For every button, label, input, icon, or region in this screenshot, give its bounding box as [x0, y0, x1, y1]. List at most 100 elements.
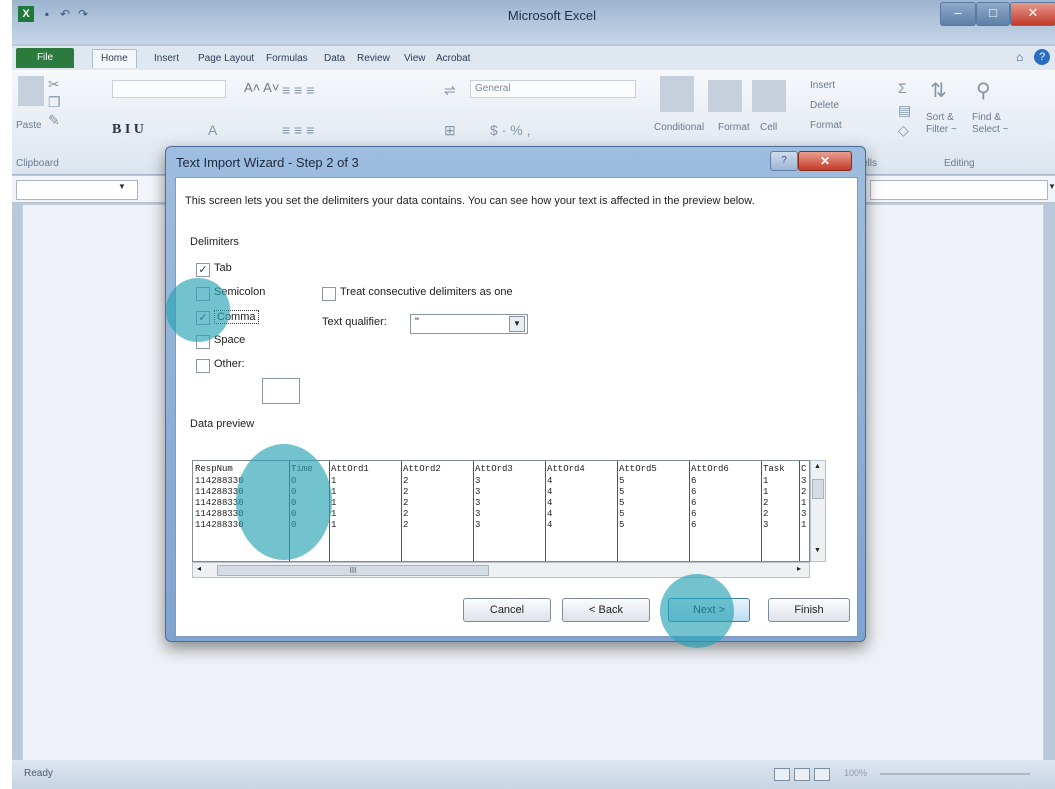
- delete-cells-button[interactable]: Delete: [810, 100, 839, 111]
- preview-cell: 1: [801, 498, 807, 508]
- help-icon[interactable]: ?: [1034, 49, 1050, 65]
- tab-insert[interactable]: Insert: [154, 50, 179, 68]
- currency-icon[interactable]: $ · % ,: [490, 122, 530, 138]
- excel-app-icon[interactable]: X: [18, 6, 34, 22]
- preview-cell: 1: [331, 476, 337, 486]
- font-name-box[interactable]: [112, 80, 226, 98]
- tab-checkbox-label[interactable]: Tab: [214, 262, 232, 274]
- tab-acrobat[interactable]: Acrobat: [436, 50, 470, 68]
- preview-column[interactable]: AttOrd4 4 4 4 4 4: [545, 461, 618, 561]
- preview-cell: 3: [801, 476, 807, 486]
- cancel-button[interactable]: Cancel: [463, 598, 551, 622]
- preview-column-header: C: [801, 464, 807, 474]
- scroll-left-icon[interactable]: ◂: [197, 564, 201, 573]
- dialog-title: Text Import Wizard - Step 2 of 3: [176, 155, 359, 170]
- name-box-dropdown-icon[interactable]: ▼: [118, 182, 126, 191]
- highlight-circle-preview: [236, 444, 332, 560]
- paste-icon[interactable]: [18, 76, 44, 106]
- clear-icon[interactable]: ◇: [898, 122, 909, 139]
- find-select-icon[interactable]: ⚲: [976, 78, 991, 103]
- preview-cell: 2: [763, 509, 769, 519]
- maximize-button[interactable]: □: [976, 2, 1010, 26]
- dialog-help-button[interactable]: ?: [770, 151, 798, 171]
- paste-label: Paste: [16, 120, 42, 131]
- consecutive-delimiters-label[interactable]: Treat consecutive delimiters as one: [340, 286, 513, 298]
- preview-column[interactable]: C32131: [799, 461, 809, 561]
- preview-cell: 4: [547, 476, 553, 486]
- preview-column[interactable]: AttOrd6 6 6 6 6 6: [689, 461, 762, 561]
- preview-column[interactable]: AttOrd1 1 1 1 1 1: [329, 461, 402, 561]
- dialog-close-button[interactable]: ✕: [798, 151, 852, 171]
- insert-cells-button[interactable]: Insert: [810, 80, 835, 91]
- minimize-button[interactable]: –: [940, 2, 976, 26]
- text-qualifier-select[interactable]: " ▼: [410, 314, 528, 334]
- other-delimiter-input[interactable]: [262, 378, 300, 404]
- preview-horizontal-scrollbar[interactable]: ◂ III ▸: [192, 562, 810, 578]
- page-break-view-icon[interactable]: [814, 768, 830, 781]
- sort-filter-icon[interactable]: ⇅: [930, 78, 947, 103]
- scroll-up-icon[interactable]: ▲: [814, 463, 821, 470]
- preview-vertical-scrollbar[interactable]: ▲ ▼: [810, 460, 826, 562]
- preview-hscroll-thumb[interactable]: III: [217, 565, 489, 576]
- page-layout-view-icon[interactable]: [794, 768, 810, 781]
- tab-data[interactable]: Data: [324, 50, 345, 68]
- preview-vscroll-thumb[interactable]: [812, 479, 824, 499]
- format-painter-icon[interactable]: ✎: [48, 112, 60, 129]
- tab-formulas[interactable]: Formulas: [266, 50, 308, 68]
- save-icon[interactable]: ▪: [40, 7, 54, 21]
- preview-cell: 3: [801, 509, 807, 519]
- other-checkbox[interactable]: [196, 359, 210, 373]
- other-checkbox-label[interactable]: Other:: [214, 358, 245, 370]
- align-top-icon[interactable]: ≡ ≡ ≡: [282, 82, 314, 98]
- ribbon-minimize-icon[interactable]: ⌂: [1016, 50, 1023, 64]
- finish-button[interactable]: Finish: [768, 598, 850, 622]
- consecutive-delimiters-checkbox[interactable]: [322, 287, 336, 301]
- preview-column-header: AttOrd5: [619, 464, 657, 474]
- window-close-button[interactable]: ✕: [1010, 2, 1055, 26]
- fill-icon[interactable]: ▤: [898, 102, 911, 119]
- font-size-grow-icon[interactable]: A˄ A˅: [244, 80, 279, 95]
- scroll-right-icon[interactable]: ▸: [797, 564, 801, 573]
- status-text: Ready: [24, 768, 53, 779]
- font-color-icon[interactable]: A: [208, 122, 217, 138]
- dropdown-arrow-icon[interactable]: ▼: [509, 316, 525, 332]
- cell-styles-icon[interactable]: [752, 80, 786, 112]
- preview-cell: 5: [619, 509, 625, 519]
- tab-page-layout[interactable]: Page Layout: [198, 50, 254, 68]
- preview-column[interactable]: Task 1 1 2 2 3: [761, 461, 800, 561]
- preview-cell: 3: [763, 520, 769, 530]
- preview-column[interactable]: AttOrd5 5 5 5 5 5: [617, 461, 690, 561]
- tab-view[interactable]: View: [404, 50, 426, 68]
- space-checkbox-label[interactable]: Space: [214, 334, 245, 346]
- format-cells-button[interactable]: Format: [810, 120, 842, 131]
- tab-home[interactable]: Home: [92, 49, 137, 68]
- preview-column-header: Task: [763, 464, 785, 474]
- cut-icon[interactable]: ✂: [48, 76, 60, 93]
- undo-icon[interactable]: ↶: [58, 7, 72, 21]
- conditional-formatting-icon[interactable]: [660, 76, 694, 112]
- zoom-slider[interactable]: [880, 773, 1030, 775]
- redo-icon[interactable]: ↷: [76, 7, 90, 21]
- preview-cell: 1: [801, 520, 807, 530]
- align-center-icon[interactable]: ≡ ≡ ≡: [282, 122, 314, 138]
- preview-cell: 114288330: [195, 476, 244, 486]
- format-as-table-icon[interactable]: [708, 80, 742, 112]
- tab-checkbox[interactable]: ✓: [196, 263, 210, 277]
- wrap-text-icon[interactable]: ⇌: [444, 82, 456, 99]
- formula-expand-icon[interactable]: ▼: [1048, 182, 1055, 191]
- tab-review[interactable]: Review: [357, 50, 390, 68]
- normal-view-icon[interactable]: [774, 768, 790, 781]
- preview-column-header: AttOrd6: [691, 464, 729, 474]
- excel-title-bar: X ▪ ↶ ↷ Microsoft Excel – □ ✕: [12, 0, 1055, 44]
- merge-cells-icon[interactable]: ⊞: [444, 122, 456, 139]
- number-format-select[interactable]: General: [470, 80, 636, 98]
- preview-column[interactable]: AttOrd2 2 2 2 2 2: [401, 461, 474, 561]
- back-button[interactable]: < Back: [562, 598, 650, 622]
- scroll-down-icon[interactable]: ▼: [814, 547, 821, 554]
- formula-input[interactable]: [870, 180, 1048, 200]
- autosum-icon[interactable]: Σ: [898, 80, 907, 96]
- preview-column[interactable]: AttOrd3 3 3 3 3 3: [473, 461, 546, 561]
- copy-icon[interactable]: ❐: [48, 94, 61, 111]
- tab-file[interactable]: File: [16, 48, 74, 68]
- bold-italic-underline-icons[interactable]: B I U: [112, 122, 144, 138]
